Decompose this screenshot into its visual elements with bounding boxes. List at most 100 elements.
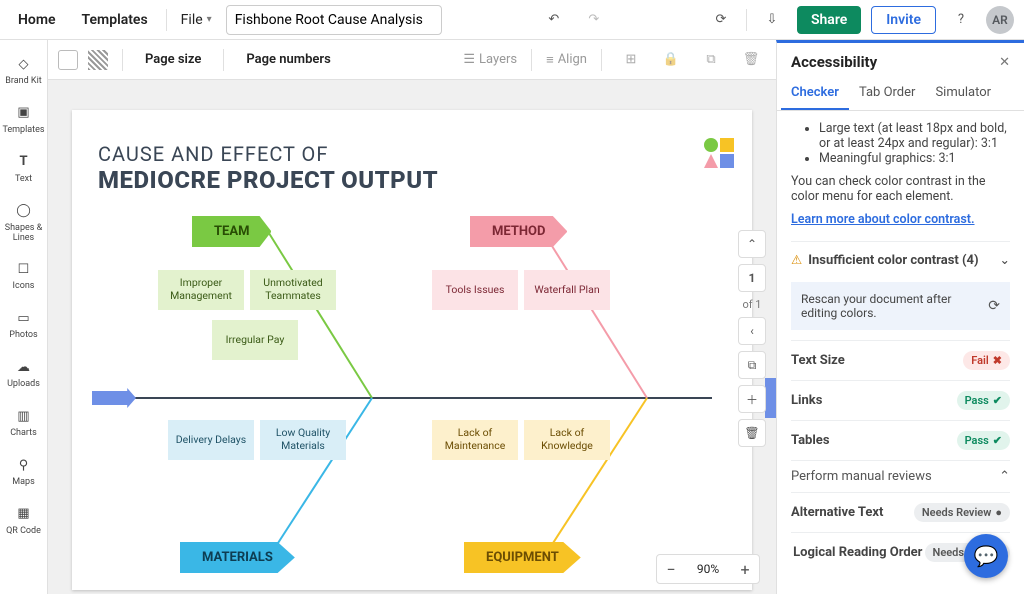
bullet-graphics: Meaningful graphics: 3:1	[819, 151, 1010, 166]
tab-order[interactable]: Tab Order	[849, 77, 926, 110]
rail-shapes[interactable]: ◯Shapes & Lines	[0, 195, 48, 252]
logo[interactable]	[704, 138, 734, 168]
category-team[interactable]: TEAM	[192, 216, 271, 247]
trash-button[interactable]: 🗑	[736, 45, 766, 75]
cause-box[interactable]: Tools Issues	[432, 270, 518, 310]
layers-button[interactable]: ☰Layers	[463, 52, 517, 67]
chevron-up-icon: ⌃	[999, 469, 1010, 484]
category-equipment[interactable]: EQUIPMENT	[464, 542, 581, 573]
divider	[746, 9, 747, 31]
doc-title-input[interactable]	[226, 5, 442, 35]
cause-box[interactable]: Low Quality Materials	[260, 420, 346, 460]
undo-button[interactable]: ↶	[539, 5, 569, 35]
rail-brandkit[interactable]: ◇Brand Kit	[0, 48, 48, 95]
canvas-wrap[interactable]: CAUSE AND EFFECT OF MEDIOCRE PROJECT OUT…	[48, 80, 776, 594]
divider	[166, 9, 167, 31]
cause-box[interactable]: Unmotivated Teammates	[250, 270, 336, 310]
issue-links[interactable]: Links Pass ✔	[791, 380, 1010, 420]
rail-text[interactable]: TText	[0, 146, 48, 193]
templates-link[interactable]: Templates	[74, 6, 156, 34]
chevron-down-icon: ▾	[207, 14, 212, 25]
share-button[interactable]: Share	[797, 6, 861, 34]
spine-arrow[interactable]	[92, 388, 136, 408]
title-line2[interactable]: MEDIOCRE PROJECT OUTPUT	[98, 166, 438, 194]
copy-button[interactable]: ⧉	[696, 45, 726, 75]
contrast-note: You can check color contrast in the colo…	[791, 174, 1010, 204]
group-button[interactable]: ⊞	[616, 45, 646, 75]
accessibility-panel: Accessibility ✕ Checker Tab Order Simula…	[776, 40, 1024, 594]
rail-icons[interactable]: ☐Icons	[0, 253, 48, 300]
accessibility-toggle[interactable]: ⌃	[738, 230, 766, 258]
cause-box[interactable]: Irregular Pay	[212, 320, 298, 360]
add-page[interactable]: ＋	[738, 385, 766, 413]
cause-box[interactable]: Waterfall Plan	[524, 270, 610, 310]
category-method[interactable]: METHOD	[470, 216, 567, 247]
topbar: Home Templates File ▾ ↶ ↷ ⟳ ⇩ Share Invi…	[0, 0, 1024, 40]
file-menu[interactable]: File ▾	[177, 6, 216, 34]
home-link[interactable]: Home	[10, 6, 64, 34]
rail-templates[interactable]: ▣Templates	[0, 97, 48, 144]
collapse-strip[interactable]: ‹	[738, 317, 766, 345]
learn-more-link[interactable]: Learn more about color contrast.	[791, 212, 975, 227]
zoom-in[interactable]: +	[731, 555, 759, 583]
layers-icon: ☰	[463, 52, 475, 67]
background-toggle[interactable]	[88, 50, 108, 70]
panel-body[interactable]: Large text (at least 18px and bold, or a…	[777, 111, 1024, 594]
tab-simulator[interactable]: Simulator	[925, 77, 1001, 110]
close-icon[interactable]: ✕	[999, 55, 1010, 70]
issue-tables[interactable]: Tables Pass ✔	[791, 420, 1010, 460]
panel-tabs: Checker Tab Order Simulator	[777, 77, 1024, 111]
page-strip: ⌃ 1 of 1 ‹ ⧉ ＋ 🗑	[736, 230, 768, 447]
zoom-control: − 90% +	[656, 554, 760, 584]
page[interactable]: CAUSE AND EFFECT OF MEDIOCRE PROJECT OUT…	[72, 110, 752, 590]
warning-icon: ⚠	[791, 253, 802, 268]
cause-box[interactable]: Lack of Maintenance	[432, 420, 518, 460]
chevron-down-icon: ⌄	[1000, 252, 1010, 268]
duplicate-page[interactable]: ⧉	[738, 351, 766, 379]
select-all-checkbox[interactable]	[58, 50, 78, 70]
bullet-large-text: Large text (at least 18px and bold, or a…	[819, 121, 1010, 151]
help-icon[interactable]: ?	[946, 5, 976, 35]
file-label: File	[181, 12, 203, 28]
redo-button[interactable]: ↷	[579, 5, 609, 35]
panel-title: Accessibility	[791, 53, 877, 71]
page-numbers-button[interactable]: Page numbers	[238, 46, 338, 73]
rail-maps[interactable]: ⚲Maps	[0, 449, 48, 496]
tab-checker[interactable]: Checker	[781, 77, 849, 110]
sync-icon[interactable]: ⟳	[706, 5, 736, 35]
issue-alt-text[interactable]: Alternative Text Needs Review ●	[791, 492, 1010, 532]
refresh-icon[interactable]: ⟳	[988, 298, 1000, 314]
badge-pass: Pass ✔	[957, 431, 1010, 450]
avatar[interactable]: AR	[986, 6, 1014, 34]
download-button[interactable]: ⇩	[757, 5, 787, 35]
issue-insufficient-contrast[interactable]: ⚠Insufficient color contrast (4) ⌄	[791, 241, 1010, 278]
issue-text-size[interactable]: Text Size Fail ✖	[791, 340, 1010, 380]
left-rail: ◇Brand Kit ▣Templates TText ◯Shapes & Li…	[0, 40, 48, 594]
badge-pass: Pass ✔	[957, 391, 1010, 410]
page-indicator[interactable]: 1	[738, 264, 766, 292]
title-line1[interactable]: CAUSE AND EFFECT OF	[98, 142, 328, 166]
delete-page[interactable]: 🗑	[738, 419, 766, 447]
canvas-area: Page size Page numbers ☰Layers ≡Align ⊞ …	[48, 40, 776, 594]
rail-qr[interactable]: ▦QR Code	[0, 498, 48, 545]
page-size-button[interactable]: Page size	[137, 46, 209, 73]
category-materials[interactable]: MATERIALS	[180, 542, 295, 573]
badge-fail: Fail ✖	[963, 351, 1010, 370]
badge-review: Needs Review ●	[914, 503, 1010, 522]
align-button[interactable]: ≡Align	[546, 52, 587, 68]
chat-button[interactable]: 💬	[964, 534, 1008, 578]
invite-button[interactable]: Invite	[871, 6, 936, 34]
manual-reviews[interactable]: Perform manual reviews ⌃	[791, 460, 1010, 492]
rescan-notice: Rescan your document after editing color…	[791, 282, 1010, 330]
rail-uploads[interactable]: ☁Uploads	[0, 351, 48, 398]
cause-box[interactable]: Lack of Knowledge	[524, 420, 610, 460]
zoom-out[interactable]: −	[657, 555, 685, 583]
lock-button[interactable]: 🔒	[656, 45, 686, 75]
canvas-toolbar: Page size Page numbers ☰Layers ≡Align ⊞ …	[48, 40, 776, 80]
rail-charts[interactable]: ▥Charts	[0, 400, 48, 447]
zoom-value: 90%	[685, 562, 731, 576]
cause-box[interactable]: Delivery Delays	[168, 420, 254, 460]
rail-photos[interactable]: ▭Photos	[0, 302, 48, 349]
cause-box[interactable]: Improper Management	[158, 270, 244, 310]
align-icon: ≡	[546, 52, 554, 68]
